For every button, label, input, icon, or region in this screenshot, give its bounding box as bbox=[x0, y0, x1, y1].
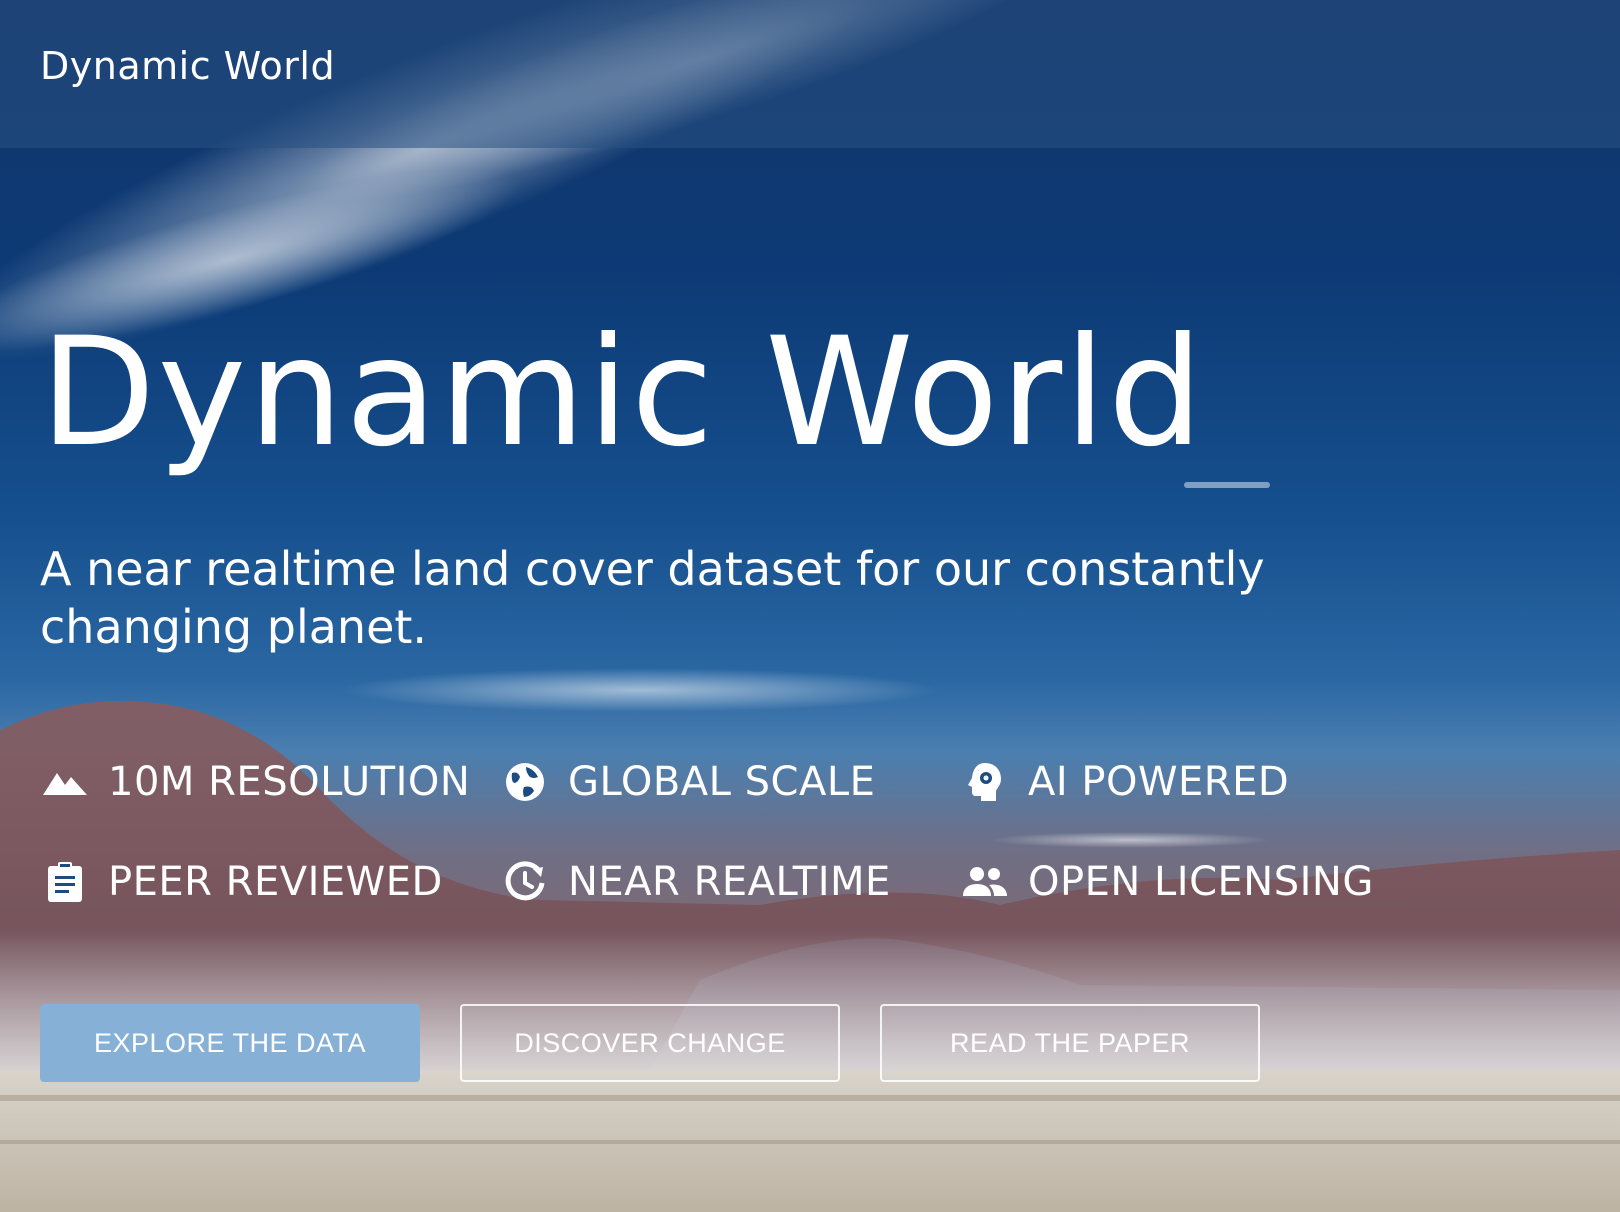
discover-change-button[interactable]: DISCOVER CHANGE bbox=[460, 1004, 840, 1082]
cta-button-group: EXPLORE THE DATA DISCOVER CHANGE READ TH… bbox=[40, 1004, 1260, 1082]
feature-ai-powered: AI POWERED bbox=[960, 752, 1420, 812]
feature-label: OPEN LICENSING bbox=[1028, 859, 1374, 905]
hero-section: Dynamic World Dynamic World A near realt… bbox=[0, 0, 1620, 1212]
feature-list: 10M RESOLUTION GLOBAL SCALE AI POWERED P… bbox=[40, 752, 1440, 952]
feature-label: GLOBAL SCALE bbox=[568, 759, 876, 805]
feature-label: PEER REVIEWED bbox=[108, 859, 443, 905]
feature-label: 10M RESOLUTION bbox=[108, 759, 471, 805]
brand-logo-text[interactable]: Dynamic World bbox=[40, 44, 335, 88]
feature-open-licensing: OPEN LICENSING bbox=[960, 852, 1420, 912]
mountain-icon bbox=[40, 757, 90, 807]
clipboard-icon bbox=[40, 857, 90, 907]
people-icon bbox=[960, 857, 1010, 907]
feature-near-realtime: NEAR REALTIME bbox=[500, 852, 960, 912]
feature-peer-reviewed: PEER REVIEWED bbox=[40, 852, 500, 912]
read-paper-button[interactable]: READ THE PAPER bbox=[880, 1004, 1260, 1082]
hero-subtitle: A near realtime land cover dataset for o… bbox=[40, 542, 1265, 654]
clock-refresh-icon bbox=[500, 857, 550, 907]
feature-global-scale: GLOBAL SCALE bbox=[500, 752, 960, 812]
top-navigation-bar: Dynamic World bbox=[0, 0, 1620, 148]
globe-icon bbox=[500, 757, 550, 807]
feature-resolution: 10M RESOLUTION bbox=[40, 752, 500, 812]
page-title: Dynamic World bbox=[40, 306, 1206, 480]
explore-data-button[interactable]: EXPLORE THE DATA bbox=[40, 1004, 420, 1082]
ai-head-icon bbox=[960, 757, 1010, 807]
feature-label: NEAR REALTIME bbox=[568, 859, 891, 905]
typing-cursor bbox=[1184, 482, 1270, 488]
feature-label: AI POWERED bbox=[1028, 759, 1290, 805]
